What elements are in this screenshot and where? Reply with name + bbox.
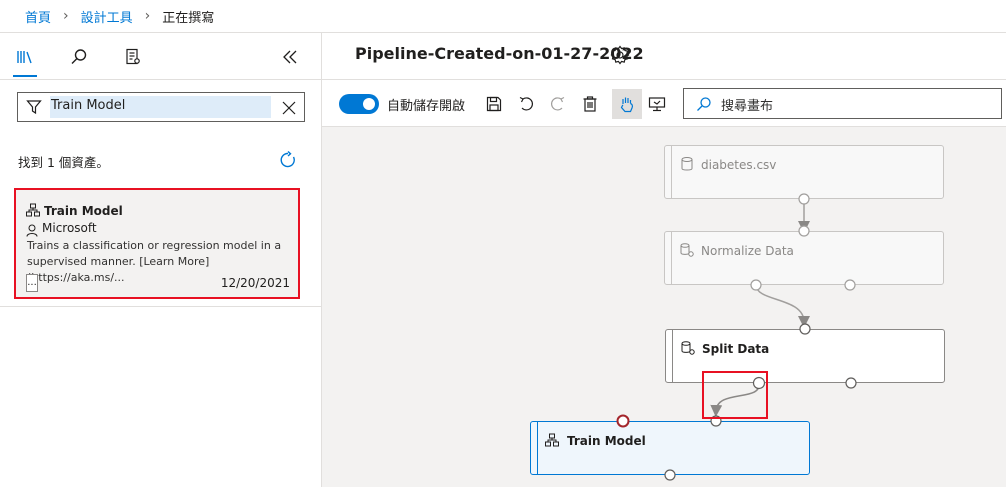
more-button[interactable]: ... [26, 274, 38, 292]
asset-result-card[interactable]: Train Model Microsoft Trains a classific… [14, 188, 300, 299]
asset-date: 12/20/2021 [220, 276, 290, 290]
library-icon[interactable] [11, 45, 39, 69]
undo-icon[interactable] [514, 92, 538, 116]
redo-icon[interactable] [546, 92, 570, 116]
divider [0, 79, 321, 80]
search-icon[interactable] [65, 45, 93, 69]
pipeline-title: Pipeline-Created-on-01-27-2022 [355, 44, 644, 63]
asset-title: Train Model [44, 204, 123, 218]
output-port [664, 469, 676, 481]
toggle-knob [363, 98, 375, 110]
input-port [798, 225, 810, 237]
hand-pan-icon[interactable] [615, 92, 639, 116]
output-port [845, 377, 857, 389]
port-layer [616, 193, 857, 481]
breadcrumb-current: 正在撰寫 [162, 10, 215, 26]
module-icon [26, 202, 40, 221]
input-port [799, 323, 811, 335]
chevron-right-icon: › [144, 8, 151, 24]
pipeline-canvas[interactable]: diabetes.csv Normalize Data Split Data T… [322, 127, 1006, 487]
breadcrumb-home[interactable]: 首頁 [25, 7, 51, 26]
double-chevron-left-icon[interactable] [276, 45, 304, 69]
asset-search-box[interactable]: Train Model [17, 92, 305, 122]
save-icon[interactable] [482, 92, 506, 116]
chevron-right-icon: › [63, 8, 69, 24]
asset-library-panel: Train Model 找到 1 個資產。 Train Model Micros… [0, 33, 322, 487]
active-tab-indicator [13, 75, 37, 77]
breadcrumb-designer[interactable]: 設計工具 [81, 7, 133, 26]
input-port-required [616, 414, 630, 428]
output-port [750, 279, 762, 291]
autosave-label: 自動儲存開啟 [387, 99, 466, 114]
asset-author: Microsoft [42, 221, 97, 235]
output-port [798, 193, 810, 205]
breadcrumb: 首頁 › 設計工具 › 正在撰寫 [0, 0, 1006, 33]
canvas-search-input[interactable]: 搜尋畫布 [721, 95, 773, 114]
presentation-icon[interactable] [645, 92, 669, 116]
output-port [844, 279, 856, 291]
gear-icon[interactable] [610, 45, 630, 69]
connection-highlight-box [702, 371, 768, 419]
asset-list-icon[interactable] [119, 45, 147, 69]
divider [0, 306, 321, 307]
delete-icon[interactable] [578, 92, 602, 116]
refresh-icon[interactable] [279, 150, 297, 173]
canvas-search-box[interactable]: 搜尋畫布 [683, 88, 1002, 119]
filter-icon [26, 99, 42, 119]
canvas-toolbar: 自動儲存開啟 搜尋畫布 [322, 80, 1006, 126]
asset-search-input[interactable]: Train Model [51, 98, 125, 113]
result-count: 找到 1 個資產。 [18, 155, 109, 170]
search-icon [696, 96, 712, 116]
close-icon[interactable] [282, 100, 296, 119]
autosave-toggle[interactable] [339, 94, 379, 114]
